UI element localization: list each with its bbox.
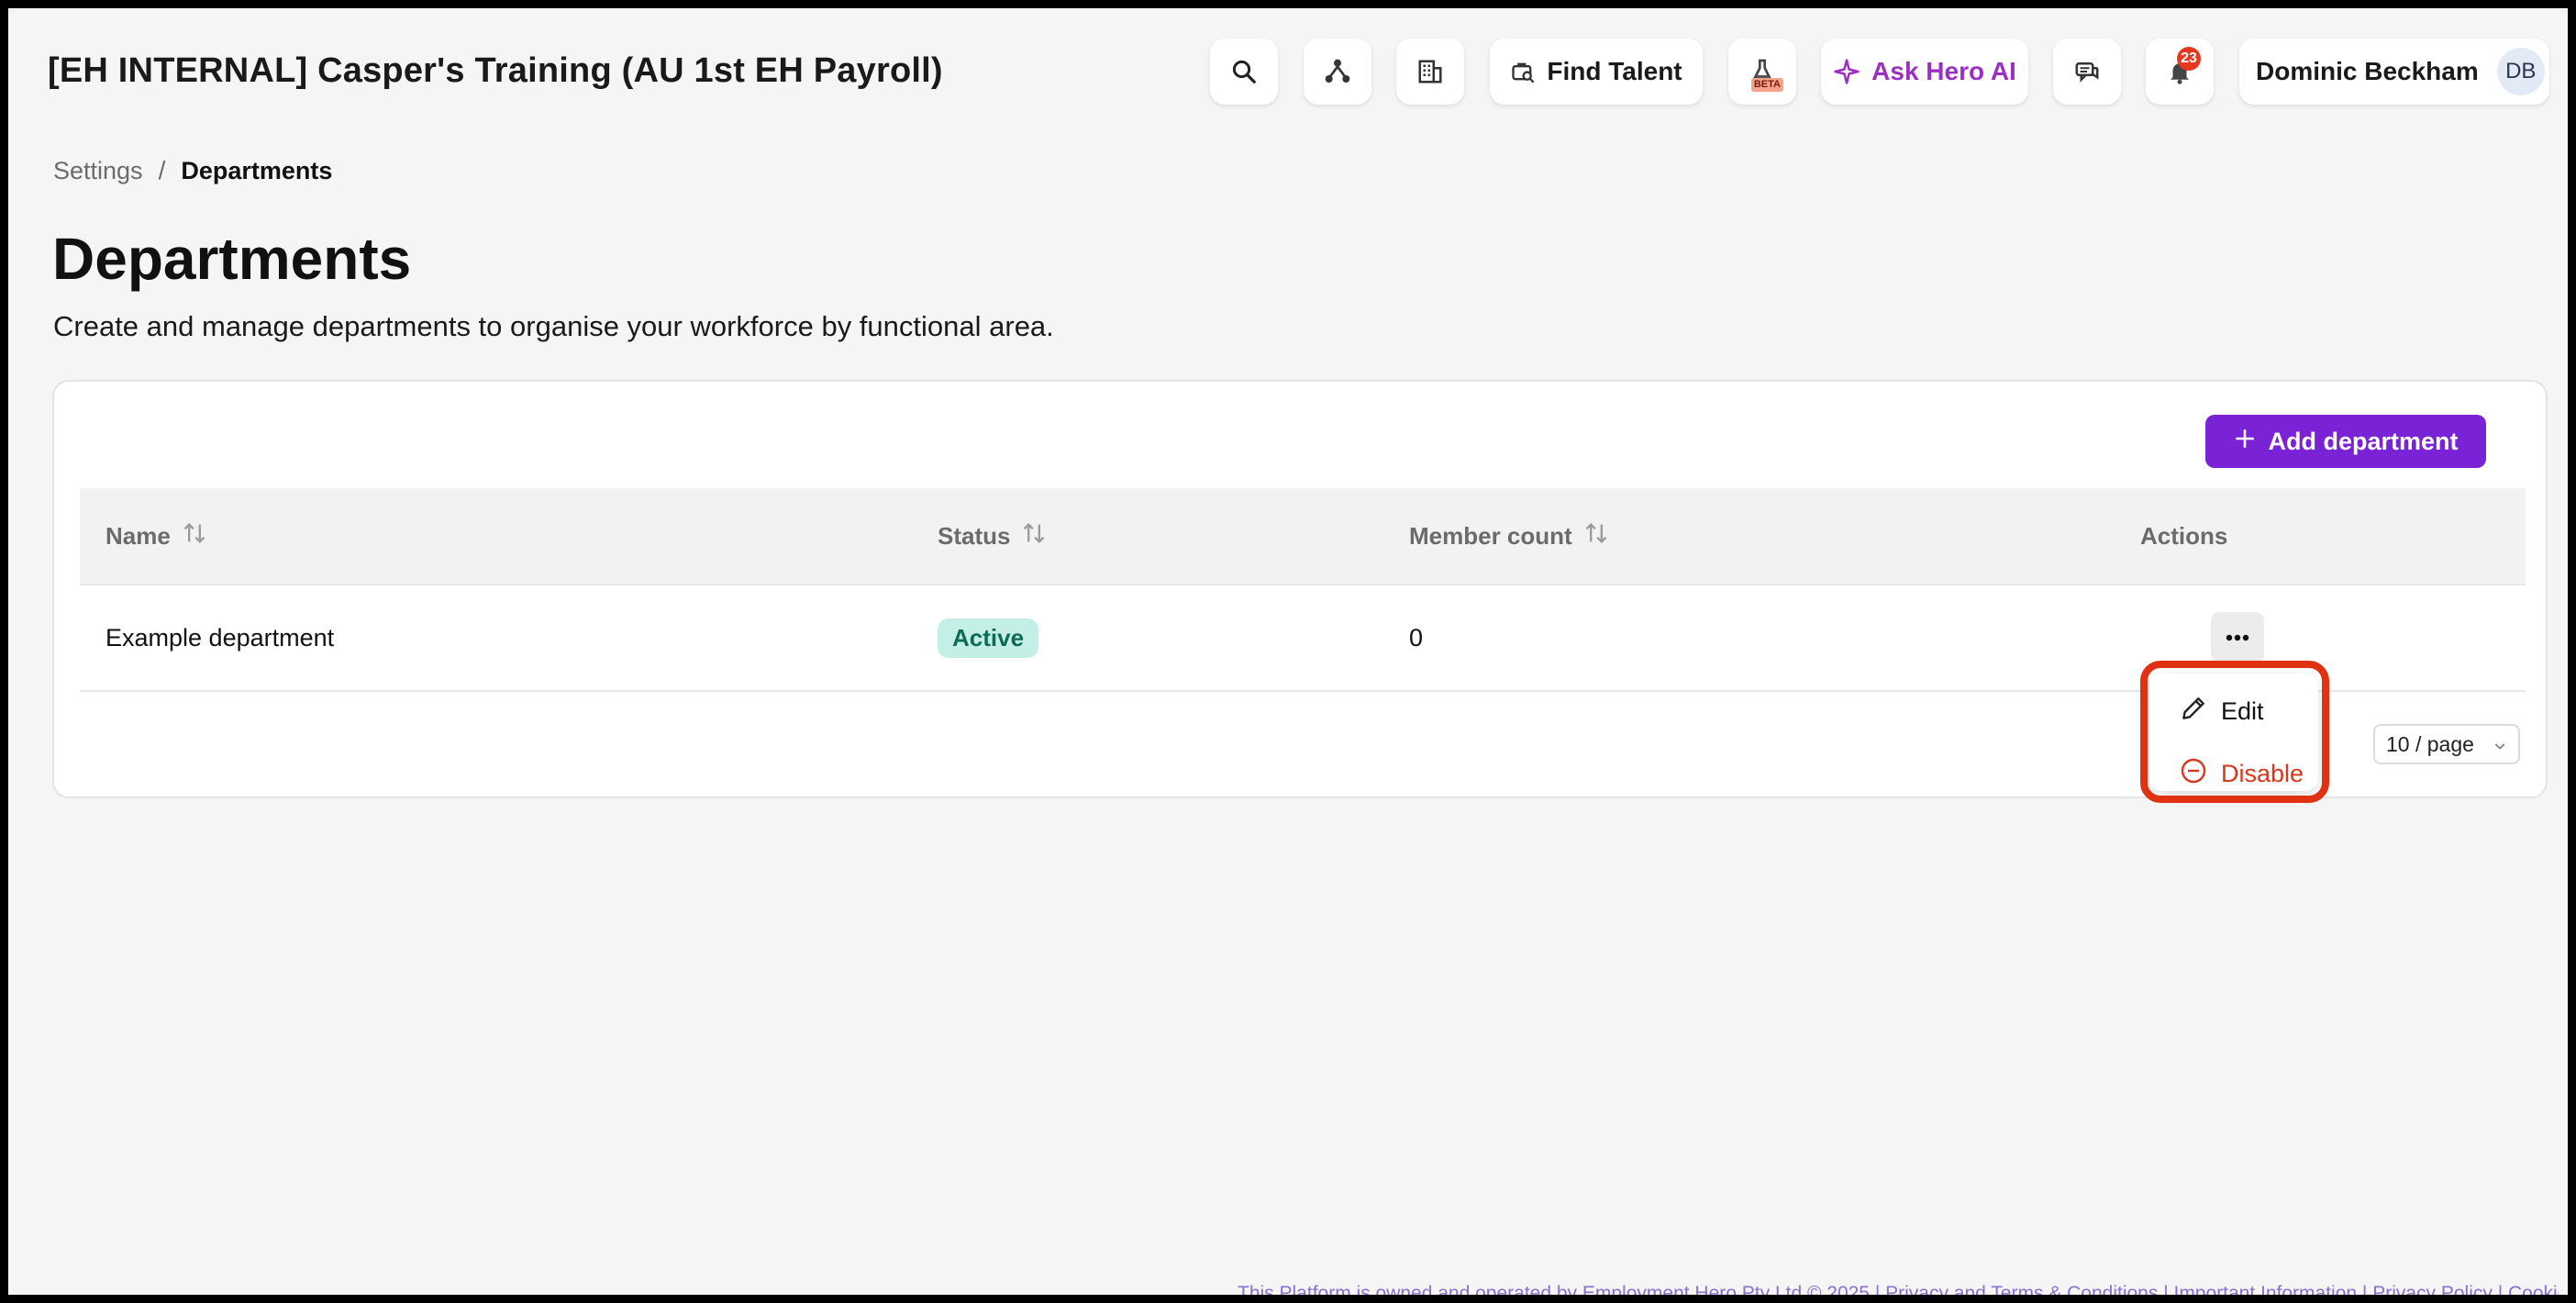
highlight-annotation bbox=[2140, 661, 2329, 803]
sort-icon bbox=[171, 520, 207, 552]
messages-button[interactable] bbox=[2053, 39, 2121, 105]
find-talent-label: Find Talent bbox=[1547, 57, 1682, 85]
column-header-label: Member count bbox=[1409, 521, 1572, 550]
page-size-select[interactable]: 10 / page bbox=[2373, 724, 2520, 764]
sort-icon bbox=[1010, 520, 1047, 552]
page-title: Departments bbox=[52, 226, 412, 292]
column-header-actions: Actions bbox=[2140, 488, 2227, 584]
footer-links: This Platform is owned and operated by E… bbox=[1238, 1283, 2559, 1295]
organisation-title: [EH INTERNAL] Casper's Training (AU 1st … bbox=[48, 51, 943, 90]
breadcrumb-current: Departments bbox=[181, 156, 333, 184]
app-window: [EH INTERNAL] Casper's Training (AU 1st … bbox=[8, 8, 2568, 1295]
building-icon bbox=[1416, 58, 1444, 85]
status-cell: Active bbox=[938, 585, 1039, 690]
ask-hero-ai-button[interactable]: Ask Hero AI bbox=[1821, 39, 2028, 105]
department-name-cell: Example department bbox=[105, 623, 335, 652]
briefcase-search-icon bbox=[1510, 59, 1536, 84]
row-actions-button[interactable] bbox=[2211, 612, 2264, 663]
page-size-value: 10 / page bbox=[2386, 731, 2474, 756]
sparkle-icon bbox=[1833, 58, 1860, 85]
page-description: Create and manage departments to organis… bbox=[53, 310, 1054, 342]
more-horizontal-icon bbox=[2226, 629, 2249, 646]
ask-hero-ai-label: Ask Hero AI bbox=[1871, 57, 2016, 85]
add-department-button[interactable]: Add department bbox=[2205, 415, 2486, 468]
sort-icon bbox=[1572, 520, 1609, 552]
breadcrumb-settings-link[interactable]: Settings bbox=[53, 157, 143, 185]
status-badge: Active bbox=[938, 618, 1039, 658]
breadcrumb-separator: / bbox=[158, 156, 166, 184]
column-header-label: Actions bbox=[2140, 521, 2228, 550]
column-header-status[interactable]: Status bbox=[938, 488, 1047, 584]
network-button[interactable] bbox=[1304, 39, 1371, 105]
column-header-label: Status bbox=[938, 521, 1011, 550]
breadcrumb: Settings / Departments bbox=[53, 156, 332, 185]
chat-icon bbox=[2073, 58, 2101, 85]
find-talent-button[interactable]: Find Talent bbox=[1490, 39, 1703, 105]
beta-badge: BETA bbox=[1750, 78, 1783, 92]
avatar: DB bbox=[2496, 48, 2545, 95]
column-header-label: Name bbox=[105, 521, 171, 550]
column-header-member-count[interactable]: Member count bbox=[1409, 488, 1609, 584]
notifications-button[interactable]: 23 bbox=[2146, 39, 2214, 105]
table-header: Name Status Member count Actions bbox=[80, 488, 2526, 585]
user-menu-button[interactable]: Dominic Beckham DB bbox=[2239, 39, 2549, 105]
labs-beta-button[interactable]: BETA bbox=[1728, 39, 1796, 105]
plus-icon bbox=[2233, 427, 2268, 457]
user-name: Dominic Beckham bbox=[2256, 57, 2479, 85]
search-button[interactable] bbox=[1210, 39, 1278, 105]
column-header-name[interactable]: Name bbox=[105, 488, 207, 584]
notification-count-badge: 23 bbox=[2177, 47, 2201, 71]
search-icon bbox=[1230, 58, 1258, 85]
network-icon bbox=[1323, 57, 1352, 86]
member-count-cell: 0 bbox=[1409, 623, 1424, 652]
organisation-switcher-button[interactable] bbox=[1396, 39, 1464, 105]
add-department-label: Add department bbox=[2268, 427, 2459, 455]
